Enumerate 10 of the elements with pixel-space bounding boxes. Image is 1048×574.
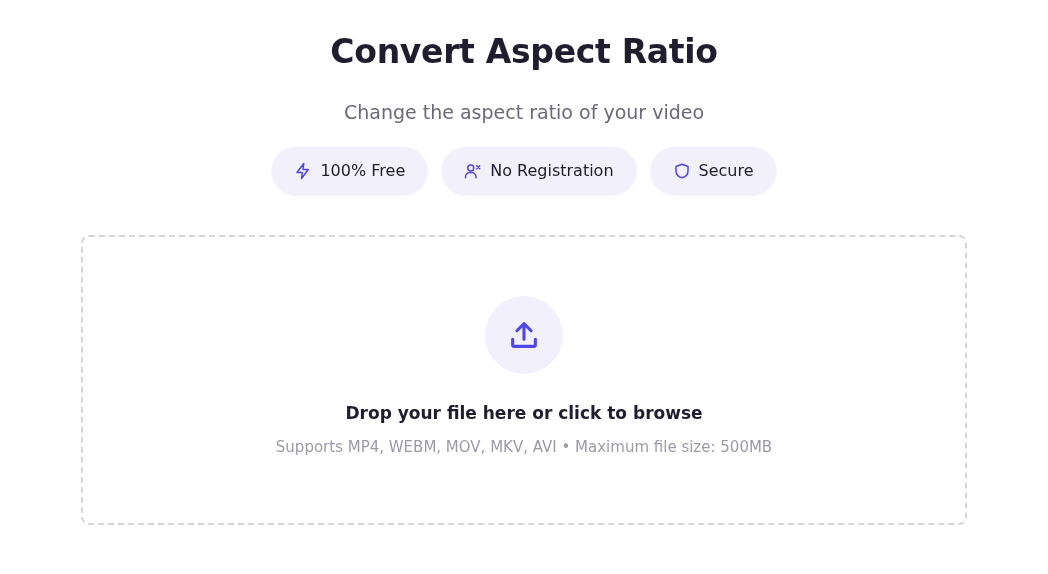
drop-prompt: Drop your file here or click to browse: [345, 402, 703, 425]
file-dropzone[interactable]: Drop your file here or click to browse Supports MP4, WEBM, MOV, MKV, AVI • Maximum file size: 500MB: [81, 235, 967, 525]
badge-label: No Registration: [490, 161, 614, 180]
shield-icon: [672, 161, 691, 180]
badge-label: Secure: [698, 161, 754, 180]
page-subtitle: Change the aspect ratio of your video: [343, 100, 705, 125]
page-title: Convert Aspect Ratio: [330, 31, 718, 73]
badge-label: 100% Free: [320, 161, 406, 180]
file-support-hint: Supports MP4, WEBM, MOV, MKV, AVI • Maximum file size: 500MB: [275, 437, 773, 457]
user-cross-icon: [464, 161, 483, 180]
